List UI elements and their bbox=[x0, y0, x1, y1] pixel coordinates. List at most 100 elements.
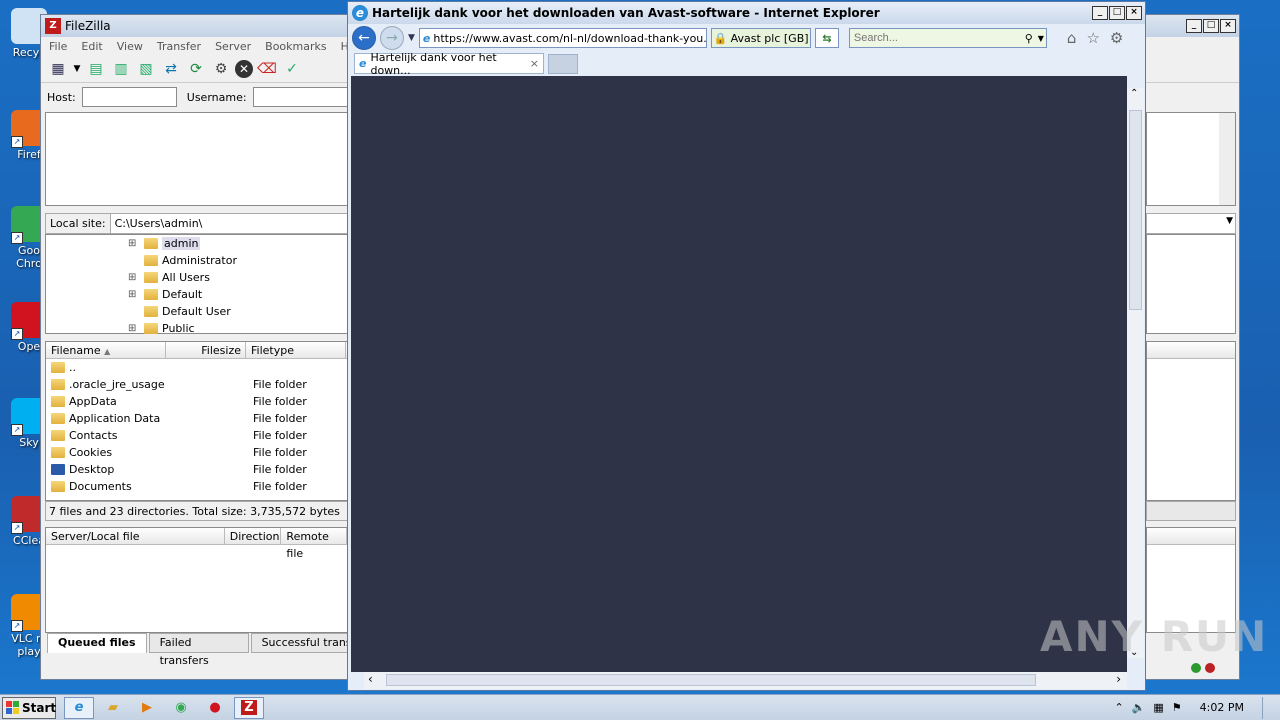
file-type: File folder bbox=[253, 480, 307, 493]
home-icon[interactable]: ⌂ bbox=[1067, 29, 1077, 47]
host-input[interactable] bbox=[81, 87, 177, 107]
forward-button[interactable]: → bbox=[380, 26, 404, 50]
tree-item[interactable]: ⊞ Public bbox=[46, 320, 347, 337]
minimize-button[interactable]: _ bbox=[1186, 19, 1202, 33]
new-tab-button[interactable] bbox=[548, 54, 578, 74]
expand-icon[interactable]: ⊞ bbox=[128, 238, 144, 249]
search-box[interactable]: ⚲ ▼ bbox=[848, 28, 1047, 48]
certificate-badge[interactable]: 🔒 Avast plc [GB] bbox=[710, 28, 811, 48]
file-row[interactable]: Documents File folder bbox=[46, 478, 347, 495]
show-desktop-button[interactable] bbox=[1262, 696, 1274, 719]
search-input[interactable] bbox=[849, 32, 1022, 44]
host-label: Host: bbox=[47, 90, 76, 104]
file-row[interactable]: .. bbox=[46, 359, 347, 376]
tree-item[interactable]: ⊞ admin bbox=[46, 235, 347, 252]
history-dropdown-icon[interactable]: ▼ bbox=[408, 33, 415, 43]
tree-item[interactable]: ⊞ All Users bbox=[46, 269, 347, 286]
search-icon[interactable]: ⚲ bbox=[1022, 32, 1036, 45]
toggle-log-icon[interactable]: ▤ bbox=[85, 58, 107, 80]
menu-item-server[interactable]: Server bbox=[215, 40, 251, 53]
ie-titlebar[interactable]: e Hartelijk dank voor het downloaden van… bbox=[348, 2, 1145, 24]
favorites-star-icon[interactable]: ☆ bbox=[1086, 29, 1099, 47]
tab-failed-transfers[interactable]: Failed transfers bbox=[148, 633, 249, 667]
address-bar[interactable]: e https://www.avast.com/nl-nl/download-t… bbox=[418, 28, 707, 48]
tray-expand-icon[interactable]: ⌃ bbox=[1114, 701, 1123, 714]
chevron-down-icon[interactable]: ▼ bbox=[1226, 216, 1233, 226]
ie-maximize-button[interactable]: □ bbox=[1109, 6, 1125, 20]
scroll-up-icon[interactable]: ⌃ bbox=[1130, 88, 1138, 99]
close-button[interactable]: × bbox=[1220, 19, 1236, 33]
site-manager-icon[interactable]: ▦ bbox=[47, 58, 69, 80]
hscroll-thumb[interactable] bbox=[386, 674, 1036, 686]
reconnect-icon[interactable]: ✓ bbox=[281, 58, 303, 80]
file-list-header: Filename ▲ Filesize Filetype bbox=[46, 342, 347, 359]
taskbar-opera-button[interactable]: ● bbox=[200, 697, 230, 719]
taskbar-ie-button[interactable]: e bbox=[64, 696, 94, 719]
clock[interactable]: 4:02 PM bbox=[1200, 701, 1244, 714]
log-scrollbar[interactable] bbox=[1219, 113, 1235, 205]
scroll-left-icon[interactable]: ‹ bbox=[368, 672, 373, 686]
toggle-remote-tree-icon[interactable]: ▧ bbox=[135, 58, 157, 80]
taskbar-media-player-button[interactable]: ▶ bbox=[132, 697, 162, 719]
volume-icon[interactable]: 🔈 bbox=[1132, 701, 1146, 714]
remote-site-bar[interactable]: ▼ bbox=[1146, 213, 1236, 234]
file-row[interactable]: Application Data File folder bbox=[46, 410, 347, 427]
toggle-local-tree-icon[interactable]: ▥ bbox=[110, 58, 132, 80]
cancel-icon[interactable]: ✕ bbox=[235, 59, 253, 78]
network-icon[interactable]: ▦ bbox=[1153, 701, 1163, 714]
file-row[interactable]: AppData File folder bbox=[46, 393, 347, 410]
expand-icon[interactable]: ⊞ bbox=[128, 272, 144, 283]
server-local-column[interactable]: Server/Local file bbox=[46, 528, 225, 544]
remote-file-column[interactable]: Remote file bbox=[281, 528, 347, 560]
scroll-right-icon[interactable]: › bbox=[1116, 672, 1121, 686]
expand-icon[interactable]: ⊞ bbox=[128, 323, 144, 334]
vertical-scrollbar[interactable]: ⌃ ⌄ bbox=[1127, 88, 1144, 658]
tree-item[interactable]: Administrator bbox=[46, 252, 347, 269]
username-input[interactable] bbox=[252, 87, 348, 107]
dropdown-arrow-icon[interactable]: ▼ bbox=[72, 58, 82, 80]
taskbar-chrome-button[interactable]: ◉ bbox=[166, 697, 196, 719]
disconnect-icon[interactable]: ⌫ bbox=[256, 58, 278, 80]
refresh-button[interactable]: ⇆ bbox=[814, 28, 839, 48]
horizontal-scrollbar[interactable]: ‹ › bbox=[364, 672, 1127, 689]
menu-item-edit[interactable]: Edit bbox=[81, 40, 102, 53]
menu-item-file[interactable]: File bbox=[49, 40, 67, 53]
filename-column-header[interactable]: Filename ▲ bbox=[46, 342, 166, 358]
back-button[interactable]: ← bbox=[352, 26, 376, 50]
remote-directory-tree bbox=[1146, 234, 1236, 334]
filter-icon[interactable]: ⚙ bbox=[210, 58, 232, 80]
ie-close-button[interactable]: × bbox=[1126, 6, 1142, 20]
address-url[interactable]: https://www.avast.com/nl-nl/download-tha… bbox=[433, 32, 706, 45]
tab-close-icon[interactable]: × bbox=[530, 57, 543, 70]
message-log bbox=[45, 112, 348, 206]
menu-item-bookmarks[interactable]: Bookmarks bbox=[265, 40, 326, 53]
menu-item-view[interactable]: View bbox=[117, 40, 143, 53]
local-site-path[interactable]: C:\Users\admin\ bbox=[109, 214, 347, 233]
file-row[interactable]: Cookies File folder bbox=[46, 444, 347, 461]
filetype-column-header[interactable]: Filetype bbox=[246, 342, 346, 358]
tools-gear-icon[interactable]: ⚙ bbox=[1110, 29, 1123, 47]
scroll-thumb[interactable] bbox=[1129, 110, 1142, 310]
tree-item[interactable]: Default User bbox=[46, 303, 347, 320]
start-button[interactable]: Start bbox=[2, 696, 56, 719]
file-row[interactable]: Desktop File folder bbox=[46, 461, 347, 478]
expand-icon[interactable]: ⊞ bbox=[128, 289, 144, 300]
search-dropdown-icon[interactable]: ▼ bbox=[1036, 34, 1046, 43]
toggle-queue-icon[interactable]: ⇄ bbox=[160, 58, 182, 80]
ie-minimize-button[interactable]: _ bbox=[1092, 6, 1108, 20]
refresh-icon[interactable]: ⟳ bbox=[185, 58, 207, 80]
file-row[interactable]: .oracle_jre_usage File folder bbox=[46, 376, 347, 393]
filesize-column-header[interactable]: Filesize bbox=[166, 342, 246, 358]
menu-item-transfer[interactable]: Transfer bbox=[157, 40, 201, 53]
ie-page-content[interactable] bbox=[351, 76, 1127, 672]
file-row[interactable]: Contacts File folder bbox=[46, 427, 347, 444]
action-center-flag-icon[interactable]: ⚑ bbox=[1172, 701, 1182, 714]
taskbar-explorer-button[interactable]: ▰ bbox=[98, 697, 128, 719]
maximize-button[interactable]: □ bbox=[1203, 19, 1219, 33]
ie-tab[interactable]: e Hartelijk dank voor het down... × bbox=[354, 51, 544, 77]
direction-column[interactable]: Direction bbox=[225, 528, 282, 544]
tree-item[interactable]: ⊞ Default bbox=[46, 286, 347, 303]
tree-item-label: Default bbox=[162, 288, 203, 301]
taskbar-filezilla-button[interactable]: Z bbox=[234, 696, 264, 719]
tab-queued-files[interactable]: Queued files bbox=[47, 633, 147, 653]
